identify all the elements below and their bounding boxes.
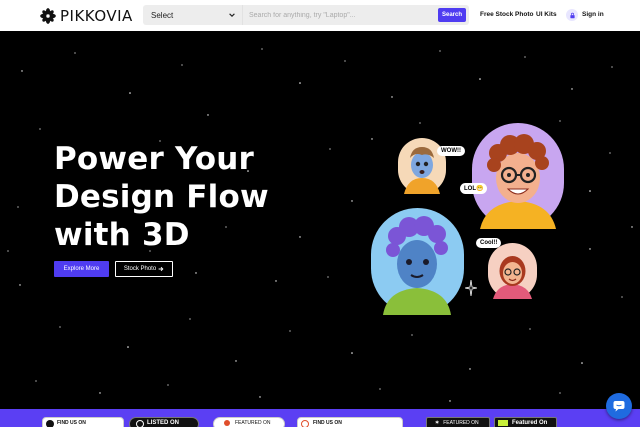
logo-flower-icon	[40, 7, 56, 24]
featured-badge[interactable]: ✶ FEATURED ON	[426, 417, 490, 427]
search-input[interactable]	[243, 5, 438, 25]
nav-ui-kits[interactable]: UI Kits	[536, 11, 557, 18]
lock-badge	[566, 9, 578, 21]
nav-free-stock-photo[interactable]: Free Stock Photo	[480, 11, 533, 18]
chat-bubble-icon	[613, 401, 625, 412]
featured-badge-label: FEATURED ON	[443, 420, 479, 426]
stock-photo-button[interactable]: Stock Photo	[115, 261, 173, 277]
logo-text: PIKKOVIA	[60, 6, 133, 25]
featured-badge[interactable]: Featured On	[494, 417, 557, 427]
arrow-right-icon	[158, 266, 164, 272]
hero-title: Power Your Design Flow with 3D	[54, 140, 314, 254]
explore-more-button[interactable]: Explore More	[54, 261, 109, 277]
featured-badge[interactable]: FIND US ON	[297, 417, 403, 427]
speech-bubble-cool: Cool!!	[476, 238, 502, 248]
hero-title-line: with 3D	[54, 217, 190, 253]
avatar-red-hair-character	[488, 243, 537, 299]
featured-badge-label: FIND US ON	[313, 420, 342, 426]
page: PIKKOVIA Select Search Free Stock Photo …	[0, 0, 640, 427]
search-bar: Select Search	[143, 5, 469, 25]
featured-badge-label: LISTED ON	[147, 420, 180, 426]
featured-badge-label: FIND US ON	[57, 420, 86, 426]
top-nav: PIKKOVIA Select Search Free Stock Photo …	[0, 0, 640, 31]
hero-title-line: Power Your	[54, 141, 255, 177]
chat-button[interactable]	[606, 393, 632, 419]
avatar-purple-hair-character	[371, 208, 464, 315]
category-select-value: Select	[151, 10, 174, 20]
logo[interactable]: PIKKOVIA	[40, 6, 133, 25]
lock-icon	[569, 12, 575, 18]
stock-photo-label: Stock Photo	[123, 266, 157, 272]
featured-badge-label: Featured On	[512, 420, 548, 426]
speech-bubble-wow: WOW!!	[437, 146, 465, 156]
featured-badge[interactable]: FEATURED ON	[213, 417, 285, 427]
hero-title-line: Design Flow	[54, 179, 269, 215]
featured-badge[interactable]: LISTED ON	[129, 417, 199, 427]
avatar-curly-hair-character	[472, 123, 564, 229]
sparkle-icon	[465, 280, 477, 296]
featured-badge-label: FEATURED ON	[235, 420, 271, 426]
category-select[interactable]: Select	[143, 5, 243, 25]
search-button[interactable]: Search	[438, 8, 466, 22]
sign-in-link[interactable]: Sign in	[582, 11, 604, 18]
speech-bubble-lol: LOL😁	[460, 183, 488, 194]
featured-badge[interactable]: FIND US ON	[42, 417, 124, 427]
chevron-down-icon	[229, 13, 235, 17]
